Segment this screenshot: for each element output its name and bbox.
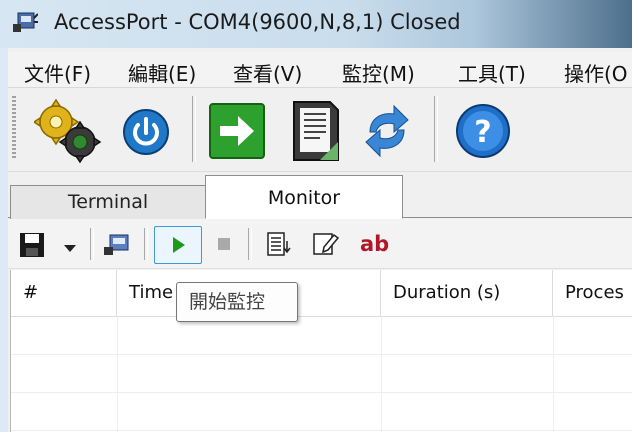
table-gridline xyxy=(11,392,632,393)
window-title: AccessPort - COM4(9600,N,8,1) Closed xyxy=(54,10,461,34)
toolbar-separator xyxy=(192,96,196,162)
settings-gears-icon[interactable] xyxy=(32,98,104,164)
toolbar-separator xyxy=(144,228,148,260)
column-header-index[interactable]: # xyxy=(11,270,117,316)
main-toolbar: ? xyxy=(8,88,632,172)
filter-list-icon[interactable] xyxy=(266,231,292,257)
table-gridline xyxy=(11,354,632,355)
column-header-process[interactable]: Proces xyxy=(553,270,632,316)
save-icon[interactable] xyxy=(18,231,46,259)
app-icon[interactable] xyxy=(12,10,39,34)
menu-monitor[interactable]: 監控(M) xyxy=(342,58,415,87)
sync-arrows-icon[interactable] xyxy=(360,102,414,160)
table-header: # Time Duration (s) Proces xyxy=(11,270,632,317)
start-monitor-tooltip: 開始監控 xyxy=(176,282,298,322)
toolbar-separator xyxy=(90,228,94,260)
menu-tools[interactable]: 工具(T) xyxy=(458,58,526,87)
port-icon[interactable] xyxy=(102,231,132,257)
tab-terminal[interactable]: Terminal xyxy=(10,185,206,219)
highlight-text-icon[interactable]: ab xyxy=(360,229,389,259)
table-gridline xyxy=(381,316,382,432)
help-icon[interactable]: ? xyxy=(454,102,512,160)
menu-file[interactable]: 文件(F) xyxy=(24,58,91,87)
edit-icon[interactable] xyxy=(312,231,340,257)
power-icon[interactable] xyxy=(122,108,170,156)
menu-operation[interactable]: 操作(O xyxy=(564,58,628,87)
menu-edit[interactable]: 編輯(E) xyxy=(128,58,196,87)
svg-text:?: ? xyxy=(474,115,491,150)
table-gridline xyxy=(11,430,632,431)
toolbar-separator xyxy=(248,228,252,260)
table-gridline xyxy=(553,316,554,432)
monitor-toolbar: ab xyxy=(8,219,632,269)
start-monitor-button[interactable] xyxy=(154,226,202,264)
menu-view[interactable]: 查看(V) xyxy=(233,58,302,87)
column-header-duration[interactable]: Duration (s) xyxy=(381,270,553,316)
toolbar-grip[interactable] xyxy=(12,96,16,160)
tab-monitor[interactable]: Monitor xyxy=(205,175,403,219)
table-gridline xyxy=(117,316,118,432)
stop-monitor-button[interactable] xyxy=(216,236,232,252)
menu-bar: 文件(F) 編輯(E) 查看(V) 監控(M) 工具(T) 操作(O xyxy=(8,52,632,88)
save-dropdown-arrow-icon[interactable] xyxy=(64,239,76,252)
toolbar-separator xyxy=(434,96,438,162)
monitor-table: # Time Duration (s) Proces xyxy=(10,270,632,432)
document-icon[interactable] xyxy=(290,100,342,162)
green-arrow-icon[interactable] xyxy=(208,102,266,160)
